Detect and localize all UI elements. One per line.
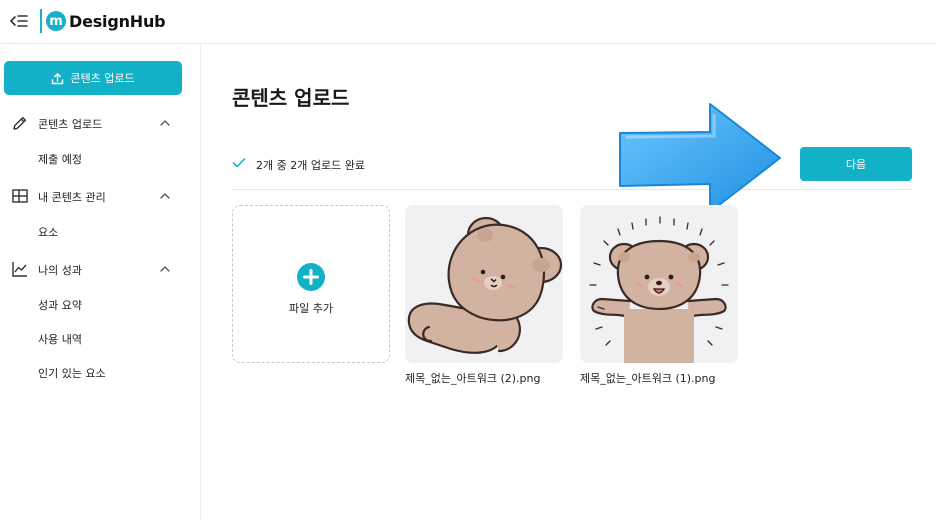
file-thumbnail[interactable] — [580, 205, 738, 363]
nav-head-my-performance[interactable]: 나의 성과 — [0, 258, 201, 280]
add-file-tile[interactable]: 파일 추가 — [232, 205, 390, 363]
sidebar: 콘텐츠 업로드 콘텐츠 업로드 제출 예정 내 콘텐츠 관리 요소 나의 성과 … — [0, 45, 201, 520]
sidebar-item-scheduled[interactable]: 제출 예정 — [38, 151, 82, 167]
sidebar-item-usage-history[interactable]: 사용 내역 — [38, 331, 82, 347]
next-button[interactable]: 다음 — [800, 147, 912, 181]
right-arrow-icon — [619, 103, 781, 213]
file-name: 제목_없는_아트워크 (1).png — [580, 372, 716, 385]
add-file-label: 파일 추가 — [289, 302, 333, 315]
check-icon — [232, 158, 246, 168]
nav-label: 내 콘텐츠 관리 — [38, 191, 106, 204]
nav-group-my-performance: 나의 성과 성과 요약 사용 내역 인기 있는 요소 — [0, 258, 201, 380]
logo-divider — [40, 9, 42, 33]
file-name: 제목_없는_아트워크 (2).png — [405, 372, 541, 385]
logo[interactable]: m DesignHub — [40, 9, 166, 33]
chevron-up-icon[interactable] — [159, 190, 171, 202]
bear-lying-image — [407, 216, 563, 354]
sidebar-item-elements[interactable]: 요소 — [38, 224, 58, 240]
sidebar-item-popular-elements[interactable]: 인기 있는 요소 — [38, 365, 106, 381]
nav-head-content-upload[interactable]: 콘텐츠 업로드 — [0, 112, 201, 134]
nav-head-my-content[interactable]: 내 콘텐츠 관리 — [0, 185, 201, 207]
bear-cheering-image — [589, 216, 729, 363]
file-thumbnail[interactable] — [405, 205, 563, 363]
menu-collapse-icon[interactable] — [8, 11, 30, 31]
sidebar-upload-button[interactable]: 콘텐츠 업로드 — [4, 61, 182, 95]
nav-label: 나의 성과 — [38, 264, 82, 277]
top-bar: m DesignHub — [0, 0, 936, 44]
pencil-icon — [13, 116, 27, 130]
sidebar-upload-button-label: 콘텐츠 업로드 — [70, 72, 135, 85]
nav-label: 콘텐츠 업로드 — [38, 118, 103, 131]
nav-group-content-upload: 콘텐츠 업로드 제출 예정 — [0, 112, 201, 166]
upload-status-text: 2개 중 2개 업로드 완료 — [256, 159, 365, 172]
plus-icon — [297, 263, 325, 291]
chevron-up-icon[interactable] — [159, 263, 171, 275]
nav-group-my-content: 내 콘텐츠 관리 요소 — [0, 185, 201, 239]
chevron-up-icon[interactable] — [159, 117, 171, 129]
page-title: 콘텐츠 업로드 — [232, 86, 350, 110]
layout-grid-icon — [12, 189, 28, 203]
upload-icon — [52, 72, 64, 84]
logo-mark-icon: m — [46, 11, 66, 31]
logo-text: DesignHub — [69, 11, 166, 31]
line-chart-icon — [12, 262, 27, 277]
sidebar-item-performance-summary[interactable]: 성과 요약 — [38, 297, 82, 313]
